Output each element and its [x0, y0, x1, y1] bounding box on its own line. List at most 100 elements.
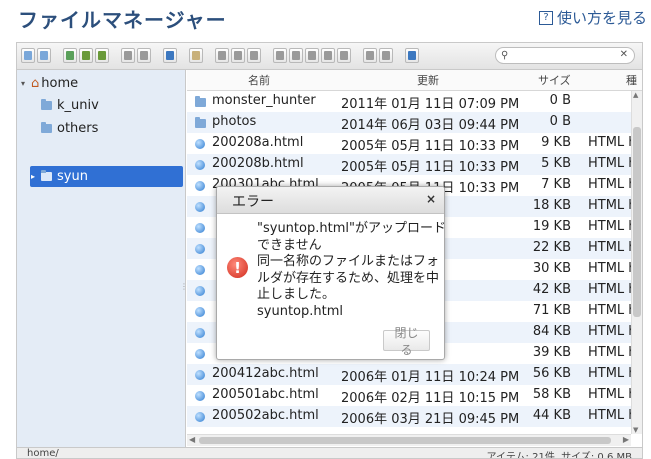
help-button[interactable] [405, 48, 419, 63]
horizontal-scrollbar[interactable]: ◀ ▶ [187, 434, 631, 446]
back-button[interactable] [21, 48, 35, 63]
html-file-icon-shape [195, 223, 205, 233]
info-icon [166, 51, 174, 60]
mkdir-icon [308, 51, 316, 60]
dialog-close-icon[interactable]: × [426, 192, 436, 206]
copy-button[interactable] [215, 48, 229, 63]
clear-search-icon[interactable]: ✕ [620, 49, 628, 60]
file-row[interactable]: 200208a.html 2005年 05月 11日 10:33 PM 9 KB HT… [187, 133, 631, 154]
html-file-icon-shape [195, 370, 205, 380]
copy-icon [218, 51, 226, 60]
tree-item-home[interactable]: ▾ ⌂ home [21, 76, 78, 91]
file-row[interactable]: 200502abc.html 2006年 03月 21日 09:45 PM 44 K… [187, 406, 631, 427]
expand-arrow-icon[interactable]: ▸ [31, 172, 41, 181]
rename-icon [292, 51, 300, 60]
mkdir-button[interactable] [305, 48, 319, 63]
scrollbar-thumb[interactable] [199, 437, 611, 444]
tree-item-syun[interactable]: ▸ syun [31, 169, 88, 184]
edit-button[interactable] [337, 48, 351, 63]
forward-button[interactable] [37, 48, 51, 63]
column-header-date[interactable]: 更新 [417, 72, 439, 88]
scroll-down-icon[interactable]: ▼ [633, 426, 638, 434]
expand-arrow-icon[interactable]: ▾ [21, 79, 31, 88]
file-row[interactable]: 200208b.html 2005年 05月 11日 10:33 PM 5 KB HT… [187, 154, 631, 175]
file-row[interactable]: monster_hunter 2011年 01月 11日 07:09 PM 0 B [187, 91, 631, 112]
file-type: HTML h [588, 324, 631, 339]
html-file-icon-shape [195, 286, 205, 296]
info-button[interactable] [163, 48, 177, 63]
dialog-titlebar[interactable]: エラー × [217, 187, 444, 214]
sort-button[interactable] [379, 48, 393, 63]
rename-button[interactable] [289, 48, 303, 63]
tree-item-label: others [57, 121, 99, 136]
help-question-icon: ? [538, 10, 553, 25]
tree-item-label: home [41, 76, 79, 91]
file-size: 58 KB [532, 387, 571, 402]
error-icon: ! [227, 257, 248, 278]
upload-icon [98, 51, 106, 60]
html-file-icon [195, 285, 205, 300]
folder-icon [195, 96, 206, 111]
paste-icon [250, 51, 258, 60]
file-type: HTML h [588, 366, 631, 381]
file-row[interactable]: 200412abc.html 2006年 01月 11日 10:24 PM 56 K… [187, 364, 631, 385]
file-size: 5 KB [541, 156, 571, 171]
file-type: HTML h [588, 303, 631, 318]
list-header: 名前 更新 サイズ 種 [187, 70, 642, 91]
reload-button[interactable] [63, 48, 77, 63]
view-button[interactable] [363, 48, 377, 63]
tree-item-label: k_univ [57, 98, 99, 113]
file-name: 200501abc.html [212, 387, 319, 402]
file-size: 18 KB [532, 198, 571, 213]
html-file-icon [195, 222, 205, 237]
file-row[interactable]: photos 2014年 06月 03日 09:44 PM 0 B [187, 112, 631, 133]
download-button[interactable] [137, 48, 151, 63]
navigation-tree: ▾ ⌂ home k_univ others ▸ syun ⋮ [17, 70, 188, 447]
preview-button[interactable] [189, 48, 203, 63]
duplicate-button[interactable] [273, 48, 287, 63]
folder-icon [41, 99, 52, 110]
preview-icon [192, 51, 200, 60]
column-header-type[interactable]: 種 [626, 72, 637, 88]
search-box[interactable]: ⚲ ✕ [495, 47, 635, 64]
folder-icon-shape [195, 117, 206, 128]
upload-button[interactable] [95, 48, 109, 63]
file-type: HTML h [588, 408, 631, 423]
html-file-icon-shape [195, 412, 205, 422]
html-file-icon-shape [195, 307, 205, 317]
html-file-icon-shape [195, 160, 205, 170]
cut-button[interactable] [231, 48, 245, 63]
home-button[interactable] [79, 48, 93, 63]
html-file-icon [195, 327, 205, 342]
search-icon: ⚲ [501, 50, 509, 61]
file-name: photos [212, 114, 257, 129]
tree-item-others[interactable]: others [41, 121, 98, 136]
file-size: 56 KB [532, 366, 571, 381]
help-link[interactable]: ? 使い方を見る [538, 7, 647, 28]
column-header-name[interactable]: 名前 [248, 72, 270, 88]
column-header-size[interactable]: サイズ [538, 72, 571, 88]
paste-button[interactable] [247, 48, 261, 63]
search-input[interactable] [512, 49, 616, 62]
file-size: 42 KB [532, 282, 571, 297]
open-button[interactable] [121, 48, 135, 63]
error-dialog: エラー × ! "syuntop.html"がアップロード できません 同一名称… [216, 186, 445, 360]
file-size: 7 KB [541, 177, 571, 192]
file-size: 84 KB [532, 324, 571, 339]
mkfile-button[interactable] [321, 48, 335, 63]
help-link-label: 使い方を見る [556, 9, 647, 27]
scroll-right-icon[interactable]: ▶ [623, 435, 629, 444]
vertical-scrollbar[interactable]: ▲ ▼ [631, 91, 642, 434]
scrollbar-thumb[interactable] [633, 127, 641, 317]
tree-item-k-univ[interactable]: k_univ [41, 98, 99, 113]
html-file-icon-shape [195, 349, 205, 359]
scroll-up-icon[interactable]: ▲ [633, 91, 638, 99]
scroll-left-icon[interactable]: ◀ [189, 435, 195, 444]
cut-icon [234, 51, 242, 60]
file-size: 0 B [549, 114, 571, 129]
dialog-close-button[interactable]: 閉じる [383, 326, 430, 357]
dialog-message: "syuntop.html"がアップロード できません 同一名称のファイルまたは… [257, 221, 444, 320]
html-file-icon-shape [195, 391, 205, 401]
file-row[interactable]: 200501abc.html 2006年 02月 11日 10:15 PM 58 K… [187, 385, 631, 406]
html-file-icon [195, 201, 205, 216]
